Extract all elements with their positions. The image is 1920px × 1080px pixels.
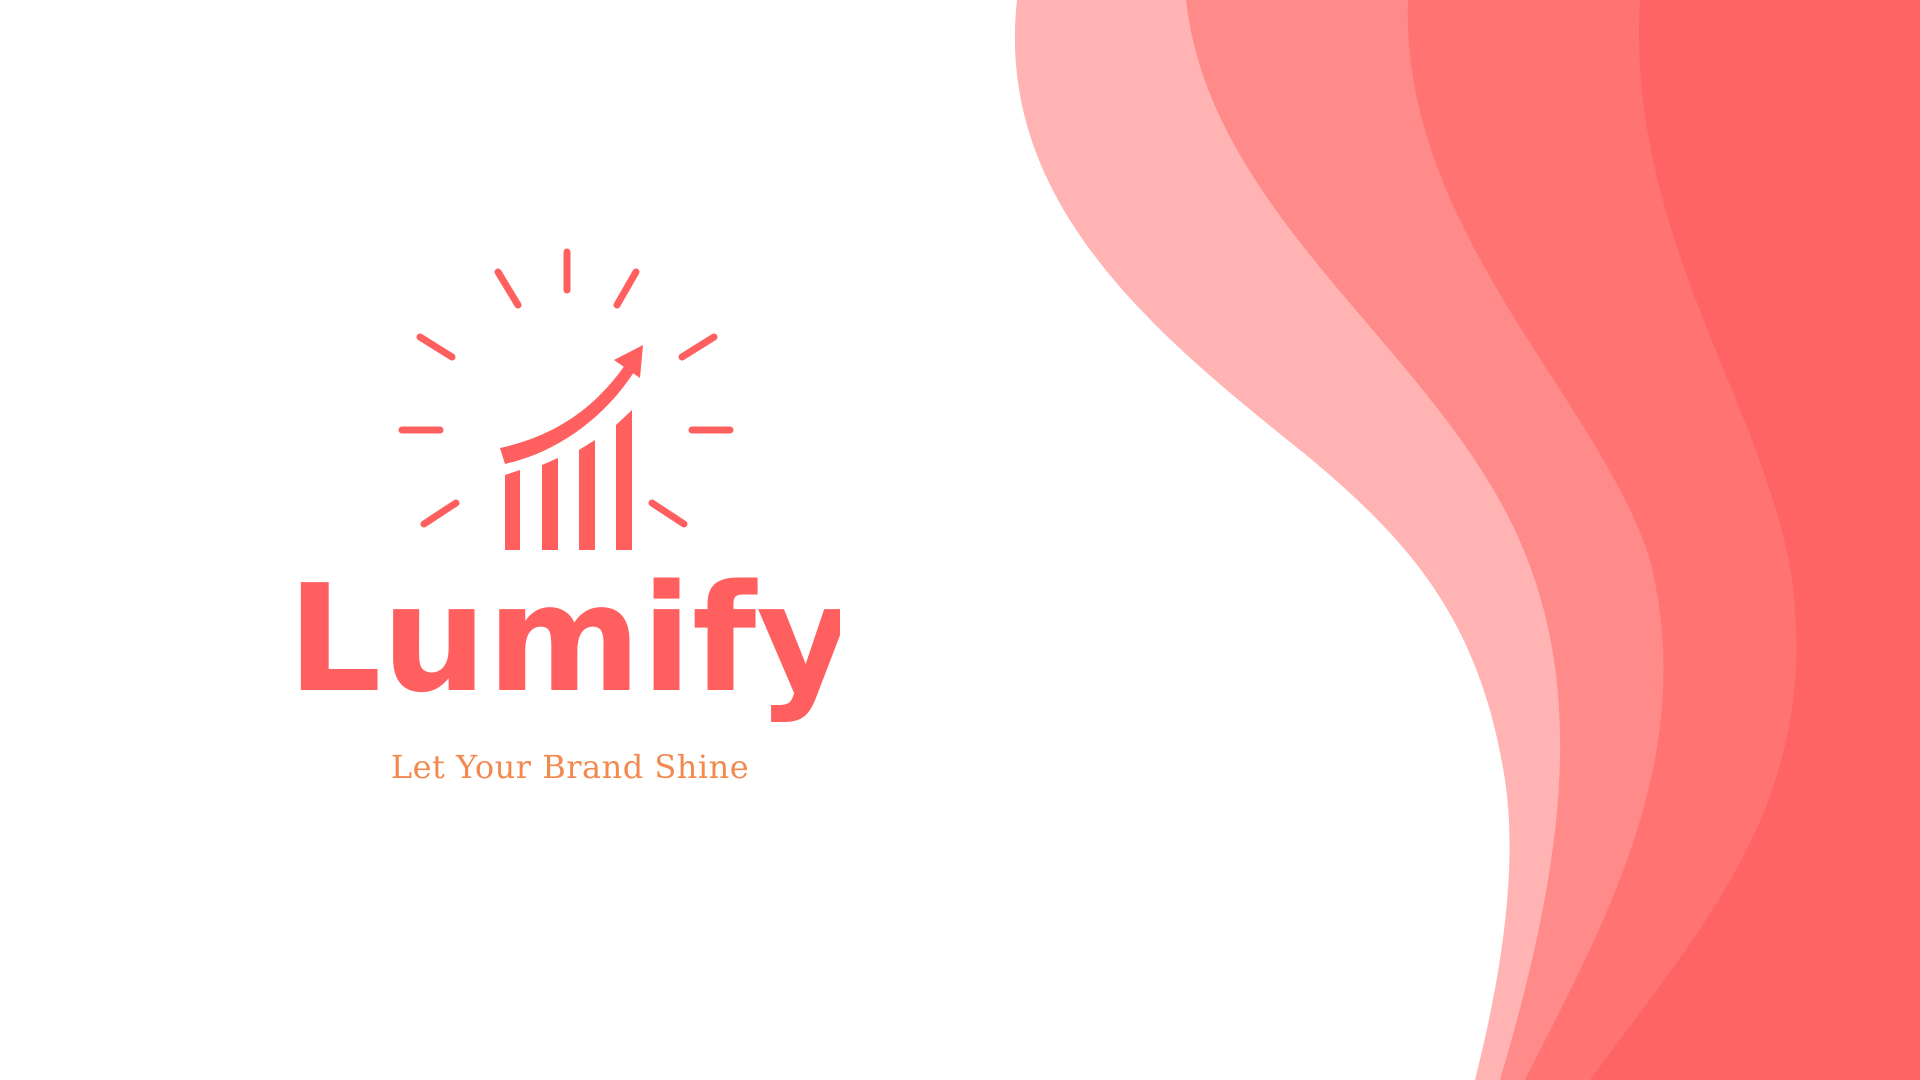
slide: Lumify Let Your Brand Shine	[0, 0, 1920, 1080]
decorative-waves	[1014, 0, 1920, 1080]
growth-chart-with-sun-rays-icon	[398, 248, 734, 550]
brand-tagline: Let Your Brand Shine	[390, 748, 750, 786]
brand-name-text: Lumify	[300, 553, 840, 725]
brand-logo: Lumify Let Your Brand Shine	[300, 230, 840, 830]
brand-name: Lumify	[300, 553, 840, 725]
